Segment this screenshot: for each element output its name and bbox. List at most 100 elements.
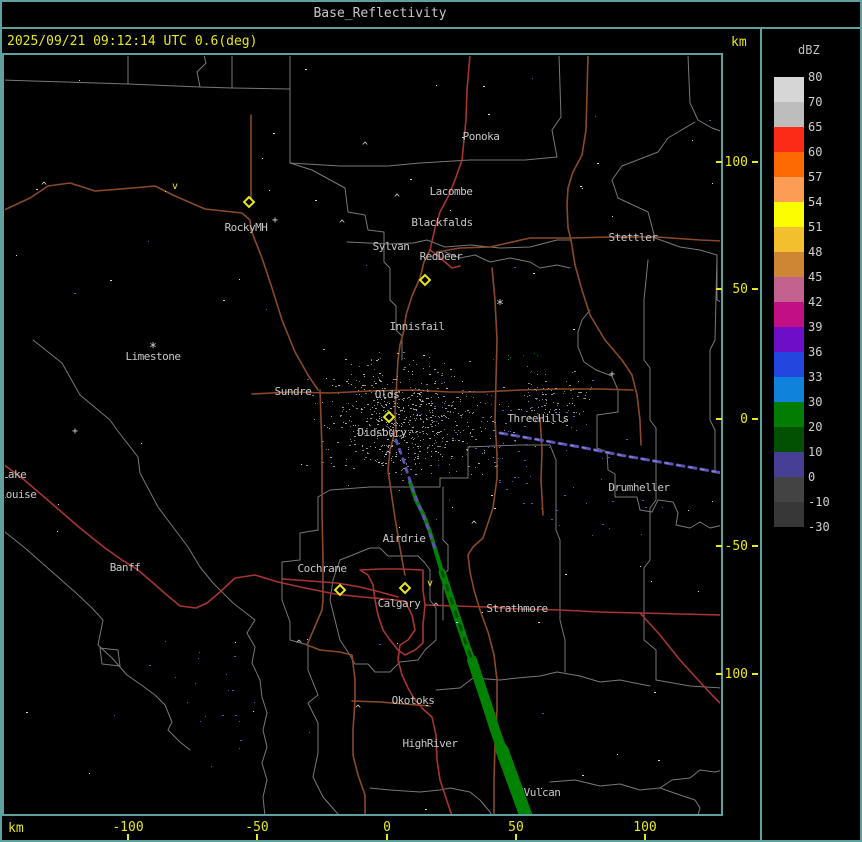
county-boundary-line <box>444 251 571 269</box>
colorbar-threshold-label: 39 <box>808 320 823 334</box>
ground-clutter-speckles <box>16 69 713 810</box>
colorbar-threshold-label: 60 <box>808 145 823 159</box>
county-boundary-line <box>442 486 449 621</box>
city-label-blackfalds: Blackfalds <box>411 216 472 229</box>
city-label-sundre: Sundre <box>275 385 312 398</box>
county-boundary-line <box>659 769 720 789</box>
city-label-cochrane: Cochrane <box>298 562 347 575</box>
highway-line <box>359 568 426 656</box>
y-axis-tick-label: 50 <box>732 282 748 297</box>
colorbar-threshold-label: -10 <box>808 495 830 509</box>
colorbar-threshold-label: 65 <box>808 120 823 134</box>
colorbar-cell <box>774 227 804 252</box>
city-label-vulcan: Vulcan <box>524 786 561 799</box>
secondary-road-line <box>570 239 642 446</box>
colorbar-cell <box>774 327 804 352</box>
colorbar-cell <box>774 402 804 427</box>
caret-marker: ^ <box>296 639 302 650</box>
x-axis-tick-label: 0 <box>383 820 391 835</box>
colorbar-threshold-label: 42 <box>808 295 823 309</box>
city-label-drumheller: Drumheller <box>608 481 670 494</box>
colorbar-cell <box>774 127 804 152</box>
county-boundary-line <box>196 56 207 88</box>
colorbar-cell <box>774 502 804 527</box>
city-label-innisfail: Innisfail <box>389 320 444 333</box>
county-boundary-line <box>643 259 720 689</box>
plus-marker: + <box>272 215 278 226</box>
county-boundary-line <box>435 671 651 691</box>
highway-line <box>5 464 406 609</box>
station-diamond-marker <box>242 195 256 209</box>
county-boundary-line <box>5 79 291 90</box>
caret-marker: ^ <box>385 450 391 461</box>
county-boundary-line <box>611 121 720 303</box>
asterisk-marker: * <box>496 298 504 313</box>
county-boundary-line <box>5 531 191 751</box>
colorbar-threshold-label: 33 <box>808 370 823 384</box>
window-title: Base_Reflectivity <box>313 6 447 21</box>
radar-map-canvas[interactable]: Ponoka Lacombe BlackfaldsSylvan RedDeer Stet… <box>0 0 760 842</box>
county-boundary-line <box>289 162 403 361</box>
colorbar-unit-label: dBZ <box>798 43 820 57</box>
x-axis-tick-label: 100 <box>633 820 656 835</box>
county-boundary-line <box>289 156 558 167</box>
caret-marker: ^ <box>41 181 47 192</box>
y-axis-tick-label: 100 <box>725 155 748 170</box>
secondary-road-line <box>5 182 252 231</box>
title-bar[interactable]: Base_Reflectivity <box>0 0 862 29</box>
y-axis-tick-label: 0 <box>740 412 748 427</box>
city-label-olds: Olds <box>375 388 400 401</box>
city-label-sylvan: Sylvan <box>373 240 410 253</box>
x-axis-tick-label: -100 <box>112 820 143 835</box>
colorbar-threshold-label: 80 <box>808 70 823 84</box>
caret-marker: ^ <box>362 141 368 152</box>
caret-marker: ^ <box>394 193 400 204</box>
secondary-road-line <box>387 249 431 576</box>
secondary-road-line <box>250 229 319 391</box>
city-label-banff: Banff <box>110 561 141 574</box>
highway-line <box>424 604 720 616</box>
secondary-road-line <box>306 389 366 814</box>
colorbar-threshold-label: 10 <box>808 445 823 459</box>
city-label-calgary: Calgary <box>378 597 422 610</box>
city-label-threehills: ThreeHills <box>507 412 568 425</box>
county-boundary-line <box>709 254 718 471</box>
colorbar-threshold-label: 0 <box>808 470 816 484</box>
county-boundary-line <box>549 779 701 814</box>
city-label-lake: Lake <box>2 468 27 481</box>
unit-label-top: km <box>731 35 747 50</box>
colorbar-cell <box>774 277 804 302</box>
x-axis-tick-label: 50 <box>508 820 524 835</box>
colorbar-threshold-label: 30 <box>808 395 823 409</box>
plus-marker: + <box>72 426 78 437</box>
colorbar-cell <box>774 377 804 402</box>
radar-app-window: Base_Reflectivity 2025/09/21 09:12:14 UT… <box>0 0 862 842</box>
colorbar-cell <box>774 302 804 327</box>
window-border-top <box>0 0 862 2</box>
colorbar-cell <box>774 77 804 102</box>
colorbar-cell <box>774 252 804 277</box>
colorbar-cell <box>774 352 804 377</box>
highway-line <box>639 612 720 705</box>
asterisk-marker: * <box>149 341 157 356</box>
colorbar-threshold-label: 20 <box>808 420 823 434</box>
city-label-rockymh: RockyMH <box>225 221 268 234</box>
county-boundary-line <box>549 444 566 673</box>
plus-marker: + <box>609 369 615 380</box>
colorbar-threshold-label: 36 <box>808 345 823 359</box>
city-label-stettler: Stettler <box>609 231 659 244</box>
caret-marker: ^ <box>471 520 477 531</box>
city-label-strathmore: Strathmore <box>486 602 547 615</box>
city-label-ponoka: Ponoka <box>463 130 500 143</box>
colorbar-threshold-label: 70 <box>808 95 823 109</box>
colorbar-cell <box>774 152 804 177</box>
highway-line <box>397 644 453 814</box>
unit-label-bottom: km <box>8 821 24 836</box>
secondary-road-line <box>436 236 720 253</box>
city-label-didsbury: Didsbury <box>358 426 408 439</box>
city-label-reddeer: RedDeer <box>420 250 464 263</box>
colorbar-threshold-label: 51 <box>808 220 823 234</box>
caret-marker: ^ <box>433 602 439 613</box>
county-boundary-line <box>281 486 371 814</box>
secondary-road-line <box>539 417 544 516</box>
